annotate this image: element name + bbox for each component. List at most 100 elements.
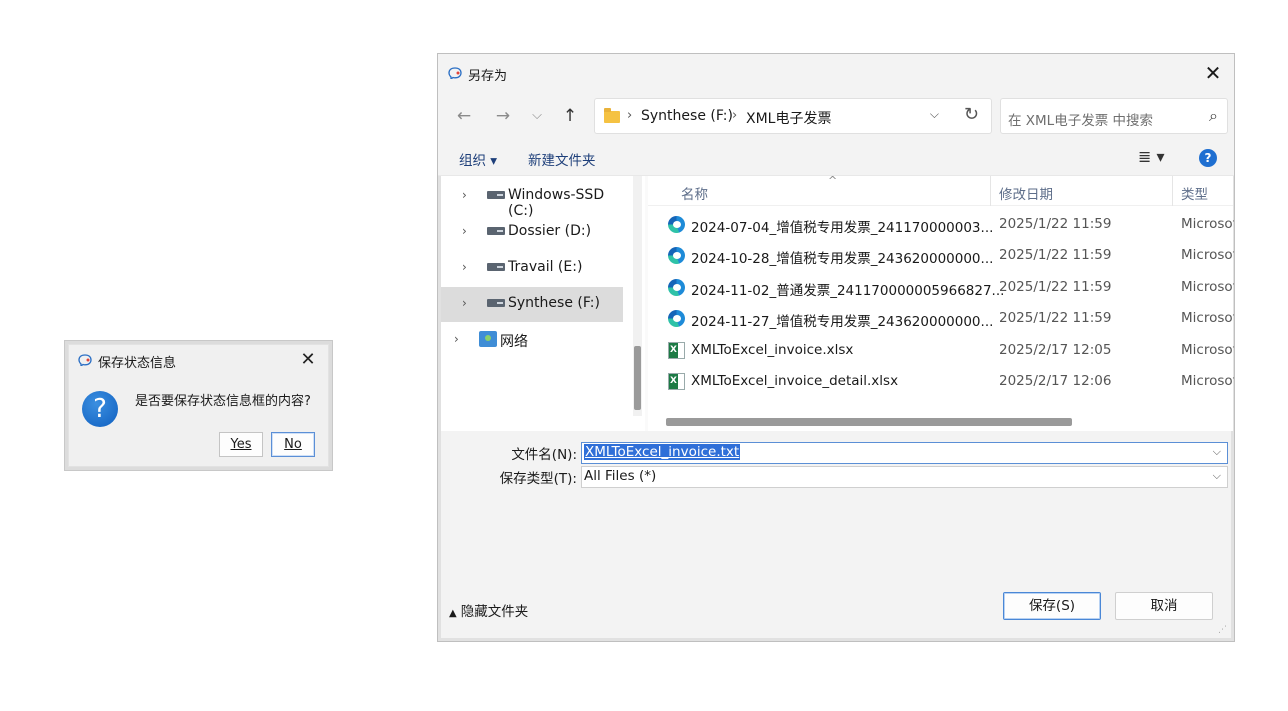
file-modified: 2025/1/22 11:59 bbox=[999, 216, 1112, 232]
navigation-pane: › Windows-SSD (C:) › Dossier (D:) › Trav… bbox=[441, 176, 645, 431]
file-type: Microsof bbox=[1181, 373, 1235, 389]
file-row[interactable]: 2024-11-27_增值税专用发票_243620000000... 2025/… bbox=[648, 303, 1235, 334]
organize-button[interactable]: 组织 ▾ bbox=[459, 149, 497, 169]
dialog-footer: ▲ 隐藏文件夹 保存(S) 取消 ⋰ bbox=[441, 563, 1231, 638]
column-header-name[interactable]: 名称 bbox=[681, 183, 708, 203]
filetype-label: 保存类型(T): bbox=[499, 471, 577, 487]
file-list-header: ^ 名称 修改日期 类型 bbox=[648, 174, 1233, 206]
filename-label: 文件名(N): bbox=[511, 447, 577, 463]
message-box-titlebar: 保存状态信息 ✕ bbox=[69, 345, 328, 377]
edge-icon bbox=[668, 216, 685, 233]
close-icon[interactable]: ✕ bbox=[298, 350, 318, 370]
network-icon bbox=[479, 331, 497, 347]
drive-icon bbox=[487, 227, 505, 235]
yes-button[interactable]: Yes bbox=[219, 432, 263, 457]
file-row[interactable]: 2024-07-04_增值税专用发票_241170000003... 2025/… bbox=[648, 209, 1235, 240]
breadcrumb-separator: › bbox=[627, 108, 633, 123]
address-bar[interactable]: › Synthese (F:) › XML电子发票 ⌵ ↻ bbox=[594, 98, 992, 134]
file-row[interactable]: 2024-11-02_普通发票_241170000005966827... 20… bbox=[648, 272, 1235, 303]
breadcrumb-drive[interactable]: Synthese (F:) bbox=[641, 108, 733, 124]
refresh-icon[interactable]: ↻ bbox=[964, 104, 979, 125]
nav-item-dossier[interactable]: › Dossier (D:) bbox=[441, 215, 623, 250]
search-box[interactable]: 在 XML电子发票 中搜索 ⌕ bbox=[1000, 98, 1228, 134]
file-modified: 2025/1/22 11:59 bbox=[999, 247, 1112, 263]
drive-icon bbox=[487, 299, 505, 307]
message-box-question: 是否要保存状态信息框的内容? bbox=[135, 394, 311, 409]
nav-item-travail[interactable]: › Travail (E:) bbox=[441, 251, 623, 286]
column-header-modified[interactable]: 修改日期 bbox=[999, 183, 1053, 203]
message-box-title: 保存状态信息 bbox=[98, 356, 177, 371]
nav-item-windows-ssd[interactable]: › Windows-SSD (C:) bbox=[441, 179, 623, 219]
file-row[interactable]: 2024-10-28_增值税专用发票_243620000000... 2025/… bbox=[648, 240, 1235, 271]
chevron-right-icon[interactable]: › bbox=[462, 188, 467, 202]
message-box-body: 保存状态信息 ✕ ? 是否要保存状态信息框的内容? Yes No bbox=[68, 344, 329, 467]
cancel-button[interactable]: 取消 bbox=[1115, 592, 1213, 620]
help-icon[interactable]: ? bbox=[1199, 149, 1217, 167]
column-divider[interactable] bbox=[1172, 176, 1173, 206]
filename-field[interactable]: XMLToExcel_invoice.txt ⌵ bbox=[581, 442, 1228, 464]
hide-folders-toggle[interactable]: ▲ 隐藏文件夹 bbox=[449, 600, 528, 620]
new-folder-button[interactable]: 新建文件夹 bbox=[528, 149, 596, 169]
file-type: Microsof bbox=[1181, 216, 1235, 232]
file-name: 2024-11-02_普通发票_241170000005966827... bbox=[691, 283, 1005, 299]
app-icon bbox=[78, 354, 92, 366]
hide-folders-label: 隐藏文件夹 bbox=[460, 604, 529, 620]
drive-icon bbox=[487, 191, 505, 199]
nav-item-label: Synthese (F:) bbox=[508, 295, 600, 311]
command-toolbar: 组织 ▾ 新建文件夹 ≣ ▾ ? bbox=[438, 140, 1234, 176]
nav-pane-scrollbar[interactable] bbox=[633, 176, 642, 416]
close-icon[interactable]: ✕ bbox=[1202, 62, 1224, 84]
file-name: 2024-10-28_增值税专用发票_243620000000... bbox=[691, 251, 994, 267]
chevron-down-icon[interactable]: ⌵ bbox=[1213, 445, 1221, 459]
chevron-down-icon[interactable]: ⌵ bbox=[1213, 469, 1221, 483]
search-input[interactable]: 在 XML电子发票 中搜索 bbox=[1008, 109, 1153, 129]
nav-item-label: Dossier (D:) bbox=[508, 223, 592, 239]
save-button[interactable]: 保存(S) bbox=[1003, 592, 1101, 620]
breadcrumb-folder[interactable]: XML电子发票 bbox=[746, 108, 831, 128]
chevron-right-icon[interactable]: › bbox=[462, 296, 467, 310]
file-type: Microsof bbox=[1181, 247, 1235, 263]
view-options-icon[interactable]: ≣ ▾ bbox=[1138, 147, 1165, 166]
file-type: Microsof bbox=[1181, 342, 1235, 358]
chevron-right-icon[interactable]: › bbox=[462, 224, 467, 238]
address-dropdown-icon[interactable]: ⌵ bbox=[930, 107, 939, 122]
chevron-right-icon[interactable]: › bbox=[462, 260, 467, 274]
nav-item-network[interactable]: › 网络 bbox=[441, 323, 623, 358]
forward-arrow-icon[interactable]: → bbox=[491, 104, 515, 128]
column-divider[interactable] bbox=[990, 176, 991, 206]
back-arrow-icon[interactable]: ← bbox=[452, 104, 476, 128]
filetype-value[interactable]: All Files (*) bbox=[584, 468, 656, 484]
file-name: XMLToExcel_invoice_detail.xlsx bbox=[691, 373, 899, 389]
file-type: Microsof bbox=[1181, 310, 1235, 326]
file-type: Microsof bbox=[1181, 279, 1235, 295]
chevron-up-icon: ▲ bbox=[449, 608, 457, 619]
scrollbar-thumb[interactable] bbox=[666, 418, 1072, 426]
question-icon: ? bbox=[82, 391, 118, 427]
drive-icon bbox=[487, 263, 505, 271]
filetype-select[interactable]: All Files (*) ⌵ bbox=[581, 466, 1228, 488]
file-modified: 2025/1/22 11:59 bbox=[999, 279, 1112, 295]
recent-locations-chevron-icon[interactable]: ⌵ bbox=[525, 104, 549, 128]
file-row[interactable]: XMLToExcel_invoice.xlsx 2025/2/17 12:05 … bbox=[648, 335, 1235, 366]
search-icon[interactable]: ⌕ bbox=[1209, 106, 1218, 126]
chevron-right-icon[interactable]: › bbox=[454, 332, 459, 346]
dialog-titlebar: 另存为 ✕ bbox=[438, 54, 1234, 92]
folder-icon bbox=[604, 108, 620, 123]
breadcrumb-separator: › bbox=[732, 108, 738, 123]
resize-grip-icon[interactable]: ⋰ bbox=[1218, 625, 1227, 635]
edge-icon bbox=[668, 310, 685, 327]
file-row[interactable]: XMLToExcel_invoice_detail.xlsx 2025/2/17… bbox=[648, 366, 1235, 397]
nav-item-synthese[interactable]: › Synthese (F:) bbox=[441, 287, 623, 322]
navigation-bar: ← → ⌵ ↑ › Synthese (F:) › XML电子发票 ⌵ ↻ 在 … bbox=[438, 92, 1234, 140]
no-button[interactable]: No bbox=[271, 432, 315, 457]
up-arrow-icon[interactable]: ↑ bbox=[558, 104, 582, 128]
filename-input[interactable]: XMLToExcel_invoice.txt bbox=[584, 444, 741, 460]
excel-icon bbox=[668, 373, 685, 390]
file-list-horizontal-scrollbar[interactable] bbox=[666, 416, 1226, 426]
filename-panel: 文件名(N): XMLToExcel_invoice.txt ⌵ 保存类型(T)… bbox=[441, 431, 1231, 563]
scrollbar-thumb[interactable] bbox=[634, 346, 641, 410]
nav-item-label: Travail (E:) bbox=[508, 259, 583, 275]
column-header-type[interactable]: 类型 bbox=[1181, 183, 1208, 203]
file-name: 2024-07-04_增值税专用发票_241170000003... bbox=[691, 220, 994, 236]
file-list: ^ 名称 修改日期 类型 2024-07-04_增值税专用发票_24117000… bbox=[648, 174, 1235, 431]
